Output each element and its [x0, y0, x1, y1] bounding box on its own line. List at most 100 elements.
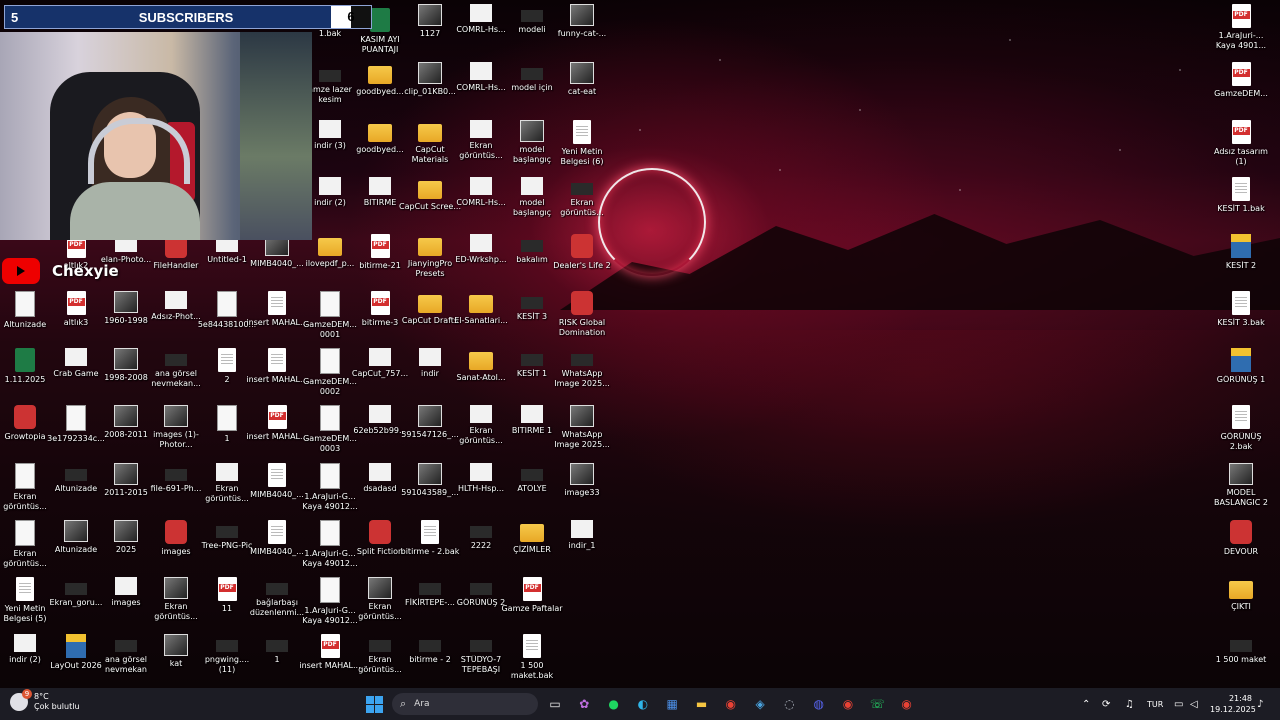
desktop-icon[interactable]: RISK Global Domination: [554, 291, 610, 338]
taskbar-app-app-blue[interactable]: ◈: [750, 694, 770, 714]
pdf-file-icon: [267, 405, 287, 429]
desktop-icon[interactable]: MIMB4040_...: [249, 463, 305, 500]
tray-sync-icon[interactable]: ⟳: [1102, 694, 1110, 714]
desktop-icon[interactable]: insert MAHAL...: [246, 405, 308, 442]
subscriber-goal-bar: 5 SUBSCRIBERS 6: [4, 5, 372, 29]
weather-widget[interactable]: 8°C Çok bulutlu: [10, 689, 80, 712]
doc-file-icon: [218, 348, 236, 372]
img-file-icon: [418, 4, 442, 26]
pdf-file-icon: [1231, 120, 1251, 144]
white-file-icon: [369, 177, 391, 195]
doc-file-icon: [523, 634, 541, 658]
desktop-icon[interactable]: Adsız-Phot...: [148, 291, 204, 322]
desktop-icon[interactable]: Dealer's Life 2: [553, 234, 611, 271]
taskbar-app-task-view[interactable]: ▭: [545, 694, 565, 714]
desktop-icon[interactable]: 1 500 maket: [1213, 634, 1269, 665]
desktop-icon[interactable]: bağlarbaşı düzenlenmi...: [249, 577, 305, 618]
img-file-icon: [114, 291, 138, 313]
desktop-icon-label: Dealer's Life 2: [553, 261, 611, 270]
taskbar-app-spotify[interactable]: ●: [604, 694, 624, 714]
desktop-icon[interactable]: images: [148, 520, 204, 557]
taskbar-app-file-explorer[interactable]: ▬: [692, 694, 712, 714]
folder-file-icon: [318, 238, 342, 256]
desktop-icon[interactable]: WhatsApp Image 2025...: [554, 405, 610, 450]
app-file-icon: [571, 291, 593, 315]
tray-overflow-chevron-icon[interactable]: ⌃: [1082, 694, 1090, 714]
white-file-icon: [470, 120, 492, 138]
desktop-icon[interactable]: indir_1: [554, 520, 610, 551]
tray-language[interactable]: TUR: [1147, 694, 1163, 714]
desktop-icon-label: 1.AraJuri-... Kaya 4901...: [1215, 31, 1267, 50]
img-file-icon: [164, 634, 188, 656]
taskbar-app-discord[interactable]: ◍: [809, 694, 829, 714]
dark-file-icon: [216, 640, 238, 652]
desktop-icon[interactable]: Yeni Metin Belgesi (6): [554, 120, 610, 167]
dwg-file-icon: [1231, 348, 1251, 372]
chrome-2-icon: ◉: [901, 697, 912, 711]
desktop-icon[interactable]: MIMB4040_...: [249, 520, 305, 557]
desktop-icon[interactable]: 1.AraJuri-G... Kaya 49012...: [302, 520, 358, 569]
taskbar-app-whatsapp[interactable]: ☏: [867, 694, 887, 714]
chrome-active-icon: ◉: [842, 697, 854, 711]
desktop-icon-label: KESİT 3.bak: [1217, 318, 1265, 327]
taskbar-search[interactable]: ⌕ Ara: [392, 693, 538, 715]
dark-file-icon: [521, 240, 543, 252]
taskbar-app-chrome-2[interactable]: ◉: [897, 694, 917, 714]
tray-clock[interactable]: 21:48 19.12.2025: [1210, 693, 1256, 715]
white-file-icon: [369, 463, 391, 481]
desktop-icon[interactable]: image33: [554, 463, 610, 498]
dark-file-icon: [521, 10, 543, 22]
desktop-icon[interactable]: GamzeDEM... 0001: [302, 291, 358, 340]
taskbar-app-steam[interactable]: ◌: [779, 694, 799, 714]
tray-volume-icon[interactable]: ◁: [1190, 694, 1198, 714]
desktop-icon[interactable]: WhatsApp Image 2025...: [554, 348, 610, 389]
desktop-icon[interactable]: insert MAHAL...: [246, 348, 308, 385]
desktop-icon[interactable]: 1.11.2025: [0, 348, 53, 385]
img-file-icon: [164, 405, 188, 427]
desktop-icon[interactable]: insert MAHAL...: [246, 291, 308, 328]
desktop-icon[interactable]: GamzeDEM...: [1213, 62, 1269, 99]
desktop-icon[interactable]: Gamze Paftalar: [501, 577, 563, 614]
dark-file-icon: [419, 640, 441, 652]
desktop-icon[interactable]: 1.AraJuri-... Kaya 4901...: [1213, 4, 1269, 51]
white-file-icon: [216, 463, 238, 481]
taskbar-app-copilot[interactable]: ✿: [574, 694, 594, 714]
desktop-icon[interactable]: GÖRÜNÜŞ 2.bak: [1213, 405, 1269, 452]
white-file-icon: [470, 4, 492, 22]
desktop-icon-label: Ekran görüntüs...: [3, 492, 47, 511]
desktop-icon[interactable]: Adsız tasarım (1): [1213, 120, 1269, 167]
dark-file-icon: [521, 354, 543, 366]
notification-bell-icon[interactable]: ♪: [1257, 694, 1263, 714]
desktop-icon[interactable]: KESİT 1.bak: [1213, 177, 1269, 214]
pdf-file-icon: [1231, 62, 1251, 86]
desktop-icon[interactable]: bitirme - 2.bak: [401, 520, 459, 557]
sketch-file-icon: [320, 577, 340, 603]
taskbar-app-chrome[interactable]: ◉: [721, 694, 741, 714]
taskbar-app-chrome-active[interactable]: ◉: [838, 694, 858, 714]
desktop-icon[interactable]: DEVOUR: [1213, 520, 1269, 557]
desktop-icon[interactable]: 1 500 maket.bak: [504, 634, 560, 681]
white-file-icon: [571, 520, 593, 538]
folder-file-icon: [418, 295, 442, 313]
desktop-icon[interactable]: ÇIKTI: [1213, 577, 1269, 612]
taskbar-app-edge[interactable]: ◐: [633, 694, 653, 714]
windows-logo-icon: [365, 695, 383, 713]
desktop-icon[interactable]: 1: [249, 634, 305, 665]
white-file-icon: [470, 62, 492, 80]
dark-file-icon: [266, 583, 288, 595]
app-file-icon: [369, 520, 391, 544]
desktop-icon[interactable]: GÖRÜNÜŞ 1: [1213, 348, 1269, 385]
desktop-icon[interactable]: funny-cat-...: [554, 4, 610, 39]
taskbar-app-store[interactable]: ▦: [662, 694, 682, 714]
desktop-icon[interactable]: KESİT 3.bak: [1213, 291, 1269, 328]
desktop-icon[interactable]: Ekran görüntüs...: [554, 177, 610, 218]
desktop-icon[interactable]: Ekran görüntüs...: [148, 577, 204, 622]
desktop-icon-label: GamzeDEM... 0003: [303, 434, 357, 453]
desktop-icon[interactable]: KESİT 2: [1213, 234, 1269, 271]
desktop-icon[interactable]: MODEL BASLANGIC 2: [1213, 463, 1269, 508]
dark-file-icon: [266, 640, 288, 652]
tray-network-icon[interactable]: ▭: [1174, 694, 1183, 714]
start-button[interactable]: [364, 694, 384, 714]
desktop-icon[interactable]: cat-eat: [554, 62, 610, 97]
tray-mic-icon[interactable]: ♫: [1125, 694, 1134, 714]
